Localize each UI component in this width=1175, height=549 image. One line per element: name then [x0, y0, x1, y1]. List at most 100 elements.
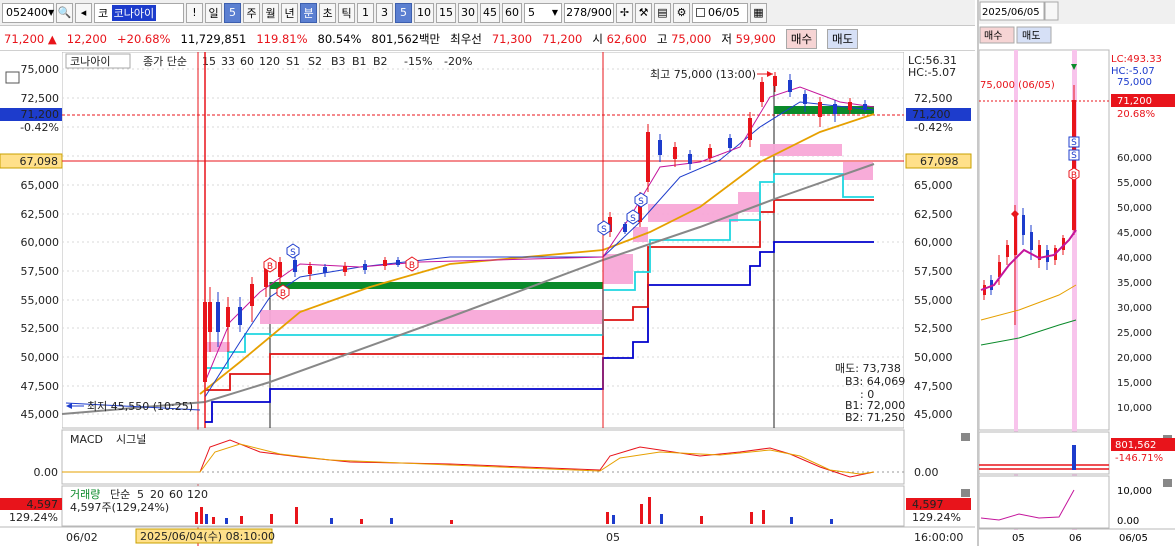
macd-close-icon[interactable]	[961, 433, 970, 441]
daily-buy-label: 매수	[984, 30, 1002, 42]
y-tick-left: 65,000	[21, 179, 60, 192]
minute-10-button[interactable]: 10	[414, 2, 434, 23]
daily-calendar-icon[interactable]	[1044, 1, 1059, 21]
minute-15-button[interactable]: 15	[436, 2, 456, 23]
y-tick-right: 60,000	[914, 236, 953, 249]
alert-button[interactable]: !	[186, 2, 203, 23]
b3-level-label: B3: 64,069	[845, 375, 905, 388]
macd-title: MACD	[70, 433, 103, 446]
tab-week[interactable]: 주	[243, 2, 260, 23]
legend-stock-name: 코나아이	[70, 55, 110, 68]
period-count-selector[interactable]: 5	[224, 2, 241, 23]
high-annotation: 최고 75,000 (13:00)	[650, 68, 756, 81]
settings-toggle-icon[interactable]: ⚒	[635, 2, 652, 23]
daily-lc: LC:493.33	[1111, 54, 1162, 65]
legend-ma-15: 15	[202, 55, 216, 68]
y-tick-left: 60,000	[21, 236, 60, 249]
daily-y-tick: 40,000	[1117, 253, 1152, 264]
tab-tick[interactable]: 틱	[338, 2, 355, 23]
daily-chart-svg[interactable]: 2025/06/05 매수 매도 LC:493.33 HC:-5.07 75,0…	[978, 0, 1175, 546]
tab-year[interactable]: 년	[281, 2, 298, 23]
sell-button[interactable]: 매도	[827, 28, 859, 49]
legend-pct-20: -20%	[444, 55, 472, 68]
y-tick-left: 72,500	[21, 92, 60, 105]
search-icon[interactable]: 🔍	[56, 2, 73, 23]
period-day-button[interactable]: 일	[205, 2, 222, 23]
daily-volume-close-icon[interactable]	[1163, 479, 1172, 487]
legend-ma-60: 60	[240, 55, 254, 68]
daily-y-tick: 15,000	[1117, 378, 1152, 389]
volume-ma-label: 단순	[110, 488, 130, 501]
history-icon[interactable]: ◂	[75, 2, 92, 23]
stock-name-field[interactable]: 코 코나아이	[94, 2, 184, 23]
buy-button[interactable]: 매수	[785, 28, 818, 49]
y-tick-right: 72,500	[914, 92, 953, 105]
date-input[interactable]: 06/05	[692, 2, 748, 23]
daily-pct-tag: 20.68%	[1117, 109, 1155, 120]
vol-ma-20: 20	[150, 488, 164, 501]
volume-value: 4,597주(129,24%)	[70, 501, 169, 514]
y-tick-left: 62,500	[21, 208, 60, 221]
price-change: 12,200	[66, 31, 107, 46]
gear-icon[interactable]: ⚙	[673, 2, 690, 23]
calendar-icon[interactable]: ▦	[750, 2, 767, 23]
y-tick-left: 50,000	[21, 351, 60, 364]
x-tick: 05	[606, 531, 620, 544]
open-price: 시 62,600	[592, 31, 647, 46]
chart-toolbar: 052400 ▼ 🔍 ◂ 코 코나아이 ! 일 5 주 월 년 분 초 틱 1 3…	[0, 0, 975, 26]
daily-high-annotation: 75,000 (06/05)	[980, 80, 1055, 91]
volume-pct-right: 129.24%	[912, 511, 961, 524]
stock-code-input[interactable]: 052400 ▼	[2, 2, 54, 23]
svg-text:S: S	[630, 214, 636, 224]
daily-y-tick: 45,000	[1117, 228, 1152, 239]
bar-count-display: 278/900	[564, 2, 614, 23]
turnover: 80.54%	[317, 31, 362, 46]
svg-text:B: B	[1071, 171, 1077, 181]
current-price-tag-left: 71,200	[21, 108, 60, 121]
crosshair-tool-icon[interactable]: ✢	[616, 2, 633, 23]
tab-second[interactable]: 초	[319, 2, 336, 23]
volume: 11,729,851	[180, 31, 247, 46]
daily-hc: HC:-5.07	[1111, 66, 1155, 77]
legend-b1: B1	[352, 55, 367, 68]
minute-1-button[interactable]: 1	[357, 2, 374, 23]
crosshair-time-label: 2025/06/04(수) 08:10:00	[140, 530, 275, 543]
minute-5-button[interactable]: 5	[395, 2, 412, 23]
svg-text:S: S	[601, 225, 607, 235]
macd-zero-right: 0.00	[914, 466, 939, 479]
main-chart-area[interactable]: 코나아이 종가 단순 15 33 60 120 S1 S2 B3 B1 B2 -…	[0, 51, 975, 546]
vol-ma-120: 120	[187, 488, 208, 501]
y-tick-left: 57,500	[21, 265, 60, 278]
daily-chart-panel[interactable]: 2025/06/05 매수 매도 LC:493.33 HC:-5.07 75,0…	[977, 0, 1175, 546]
quote-bar: 71,200 ▲ 12,200 +20.68% 11,729,851 119.8…	[0, 27, 975, 51]
volume-pct-left: 129.24%	[9, 511, 58, 524]
minute-45-button[interactable]: 45	[480, 2, 500, 23]
minute-3-button[interactable]: 3	[376, 2, 393, 23]
hc-label: HC:-5.07	[908, 66, 956, 79]
interval-input[interactable]: 5 ▼	[524, 2, 562, 23]
daily-macd-pct: -146.71%	[1115, 453, 1163, 464]
volume-title: 거래량	[70, 488, 100, 501]
svg-text:S: S	[1071, 138, 1077, 148]
best-label: 최우선	[450, 31, 482, 46]
main-chart-svg[interactable]: 코나아이 종가 단순 15 33 60 120 S1 S2 B3 B1 B2 -…	[0, 51, 975, 546]
legend-b2: B2	[373, 55, 388, 68]
volume-tag-right: 4,597	[912, 498, 944, 511]
daily-y-tick: 55,000	[1117, 178, 1152, 189]
tab-minute[interactable]: 분	[300, 2, 317, 23]
tab-month[interactable]: 월	[262, 2, 279, 23]
volume-close-icon[interactable]	[961, 489, 970, 497]
trade-value: 801,562백만	[371, 31, 441, 46]
current-pct-tag-left: -0.42%	[20, 121, 59, 134]
minute-60-button[interactable]: 60	[502, 2, 522, 23]
crosshair-price-left: 67,098	[20, 155, 59, 168]
daily-x-tick: 06/05	[1119, 533, 1148, 544]
y-tick-left: 45,000	[21, 408, 60, 421]
y-tick-left: 47,500	[21, 380, 60, 393]
volume-ratio: 119.81%	[256, 31, 308, 46]
legend-s2: S2	[308, 55, 322, 68]
save-icon[interactable]: ▤	[654, 2, 671, 23]
daily-y-tick: 50,000	[1117, 203, 1152, 214]
y-tick-right: 55,000	[914, 294, 953, 307]
minute-30-button[interactable]: 30	[458, 2, 478, 23]
